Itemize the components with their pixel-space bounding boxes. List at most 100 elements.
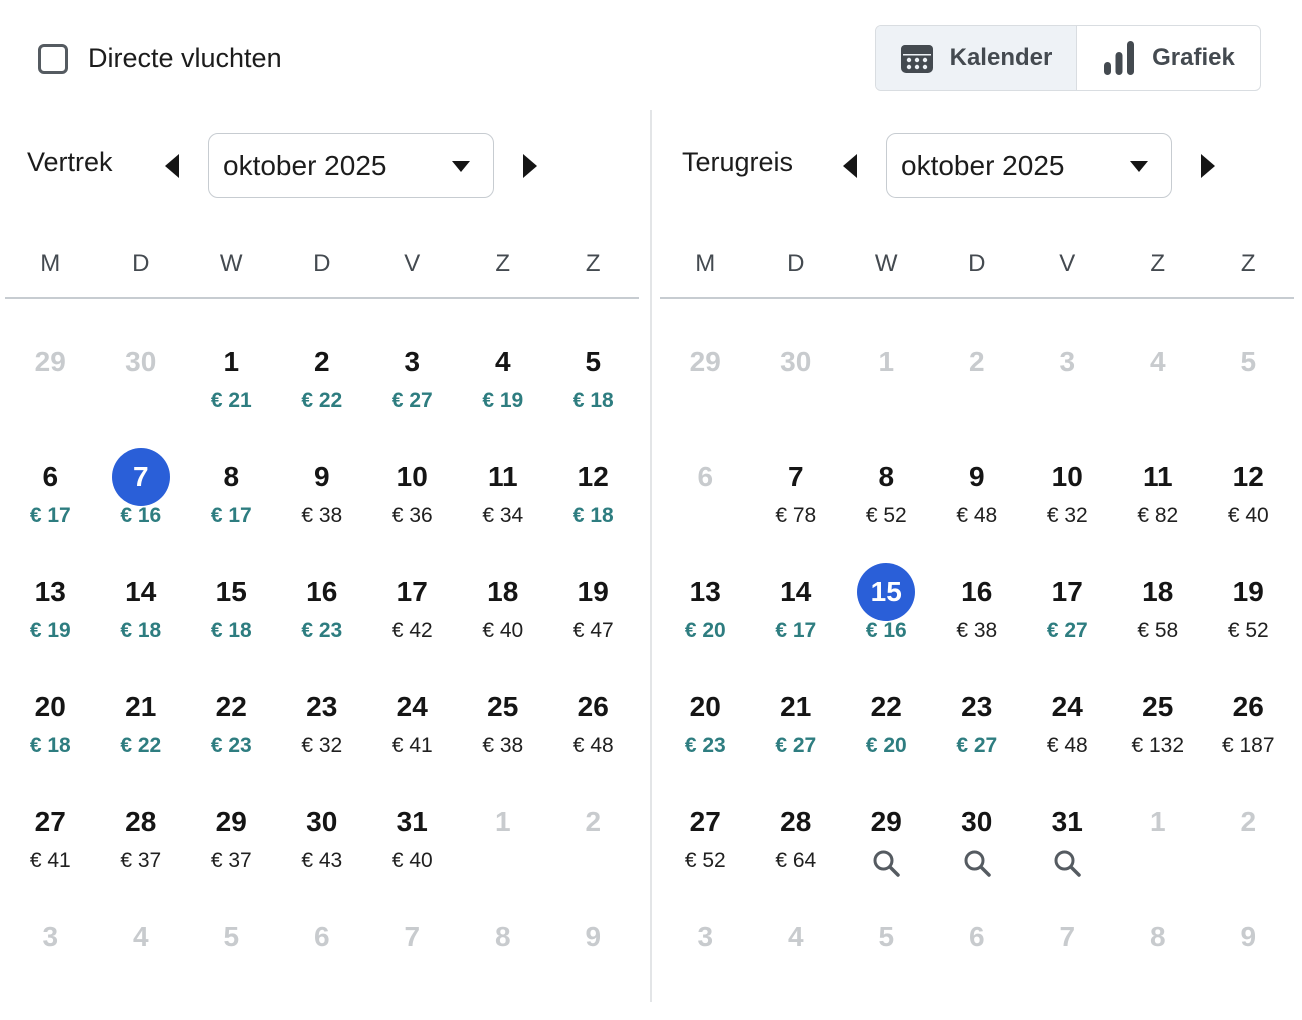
day-number: 29 — [870, 806, 902, 837]
day-cell[interactable]: 23 € 27 — [932, 670, 1023, 785]
return-next-month-button[interactable] — [1198, 152, 1218, 180]
day-cell[interactable]: 13 € 19 — [5, 555, 96, 670]
day-cell[interactable]: 13 € 20 — [660, 555, 751, 670]
outside-month-day-cell: 9 — [548, 900, 639, 1015]
day-cell[interactable]: 12 € 18 — [548, 440, 639, 555]
day-cell[interactable]: 17 € 27 — [1022, 555, 1113, 670]
price-label: € 52 — [1227, 619, 1269, 642]
day-cell[interactable]: 16 € 38 — [932, 555, 1023, 670]
cheap-price-label: € 27 — [775, 734, 817, 757]
cheap-price-label: € 27 — [391, 389, 433, 412]
outside-month-day-cell: 3 — [1022, 325, 1113, 440]
day-cell[interactable]: 10 € 36 — [367, 440, 458, 555]
day-cell[interactable]: 26 € 48 — [548, 670, 639, 785]
day-number: 5 — [878, 921, 895, 952]
day-cell[interactable]: 17 € 42 — [367, 555, 458, 670]
day-number: 9 — [1240, 921, 1257, 952]
day-cell[interactable]: 11 € 82 — [1113, 440, 1204, 555]
price-label: € 58 — [1137, 619, 1179, 642]
day-cell[interactable]: 31 € 40 — [367, 785, 458, 900]
return-month-select[interactable]: oktober 2025 — [886, 133, 1172, 198]
selected-day-cell[interactable]: 15 € 16 — [841, 555, 932, 670]
day-cell[interactable]: 18 € 58 — [1113, 555, 1204, 670]
day-cell[interactable]: 21 € 22 — [96, 670, 187, 785]
day-number: 2 — [1240, 806, 1257, 837]
weekday-label: Z — [585, 250, 601, 277]
day-cell[interactable]: 22 € 23 — [186, 670, 277, 785]
day-cell[interactable]: 31 — [1022, 785, 1113, 900]
return-prev-month-button[interactable] — [840, 152, 860, 180]
day-cell[interactable]: 30 € 43 — [277, 785, 368, 900]
day-cell[interactable]: 25 € 38 — [458, 670, 549, 785]
day-cell[interactable]: 23 € 32 — [277, 670, 368, 785]
cheap-price-label: € 18 — [572, 389, 614, 412]
day-cell[interactable]: 19 € 52 — [1203, 555, 1294, 670]
price-label: € 40 — [482, 619, 524, 642]
day-cell[interactable]: 9 € 48 — [932, 440, 1023, 555]
day-cell[interactable]: 8 € 17 — [186, 440, 277, 555]
day-cell[interactable]: 12 € 40 — [1203, 440, 1294, 555]
day-number: 12 — [577, 461, 609, 492]
chevron-down-icon — [452, 161, 470, 172]
weekday-header: M D W D V Z Z — [5, 250, 639, 278]
weekday-label: M — [40, 250, 61, 277]
day-cell[interactable]: 8 € 52 — [841, 440, 932, 555]
day-cell[interactable]: 24 € 48 — [1022, 670, 1113, 785]
day-cell[interactable]: 5 € 18 — [548, 325, 639, 440]
day-cell[interactable]: 28 € 64 — [751, 785, 842, 900]
outside-month-day-cell: 5 — [841, 900, 932, 1015]
day-cell[interactable]: 27 € 52 — [660, 785, 751, 900]
day-cell[interactable]: 11 € 34 — [458, 440, 549, 555]
day-cell[interactable]: 22 € 20 — [841, 670, 932, 785]
day-cell[interactable]: 24 € 41 — [367, 670, 458, 785]
calendar-view-button[interactable]: Kalender — [876, 26, 1077, 90]
day-number: 17 — [396, 576, 428, 607]
direct-flights-checkbox[interactable] — [38, 43, 68, 74]
day-cell[interactable]: 15 € 18 — [186, 555, 277, 670]
day-cell[interactable]: 20 € 23 — [660, 670, 751, 785]
day-cell[interactable]: 18 € 40 — [458, 555, 549, 670]
day-cell[interactable]: 14 € 17 — [751, 555, 842, 670]
weekday-label: V — [404, 250, 421, 277]
departure-month-select[interactable]: oktober 2025 — [208, 133, 494, 198]
day-number: 6 — [697, 461, 714, 492]
departure-prev-month-button[interactable] — [162, 152, 182, 180]
day-cell[interactable]: 3 € 27 — [367, 325, 458, 440]
chart-view-button[interactable]: Grafiek — [1077, 26, 1260, 90]
outside-month-day-cell: 29 — [660, 325, 751, 440]
price-label: € 64 — [775, 849, 817, 872]
day-number: 24 — [396, 691, 428, 722]
departure-next-month-button[interactable] — [520, 152, 540, 180]
day-cell[interactable]: 7 € 78 — [751, 440, 842, 555]
day-cell[interactable]: 29 € 37 — [186, 785, 277, 900]
day-cell[interactable]: 1 € 21 — [186, 325, 277, 440]
day-number: 27 — [34, 806, 66, 837]
caret-right-icon — [523, 154, 537, 178]
outside-month-day-cell: 8 — [1113, 900, 1204, 1015]
day-cell[interactable]: 20 € 18 — [5, 670, 96, 785]
day-cell[interactable]: 9 € 38 — [277, 440, 368, 555]
direct-flights-option[interactable]: Directe vluchten — [38, 43, 282, 74]
day-cell[interactable]: 21 € 27 — [751, 670, 842, 785]
cheap-price-label: € 20 — [865, 734, 907, 757]
day-cell[interactable]: 2 € 22 — [277, 325, 368, 440]
outside-month-day-cell: 30 — [96, 325, 187, 440]
day-cell[interactable]: 19 € 47 — [548, 555, 639, 670]
day-cell[interactable]: 29 — [841, 785, 932, 900]
day-cell[interactable]: 28 € 37 — [96, 785, 187, 900]
day-cell[interactable]: 14 € 18 — [96, 555, 187, 670]
day-cell[interactable]: 27 € 41 — [5, 785, 96, 900]
day-cell[interactable]: 25 € 132 — [1113, 670, 1204, 785]
day-cell[interactable]: 26 € 187 — [1203, 670, 1294, 785]
day-cell[interactable]: 6 € 17 — [5, 440, 96, 555]
day-cell[interactable]: 30 — [932, 785, 1023, 900]
price-label: € 34 — [482, 504, 524, 527]
price-label: € 37 — [210, 849, 252, 872]
day-cell[interactable]: 16 € 23 — [277, 555, 368, 670]
day-cell[interactable]: 10 € 32 — [1022, 440, 1113, 555]
outside-month-day-cell: 2 — [932, 325, 1023, 440]
outside-month-day-cell: 4 — [96, 900, 187, 1015]
selected-day-cell[interactable]: 7 € 16 — [96, 440, 187, 555]
day-number: 26 — [1232, 691, 1264, 722]
day-cell[interactable]: 4 € 19 — [458, 325, 549, 440]
